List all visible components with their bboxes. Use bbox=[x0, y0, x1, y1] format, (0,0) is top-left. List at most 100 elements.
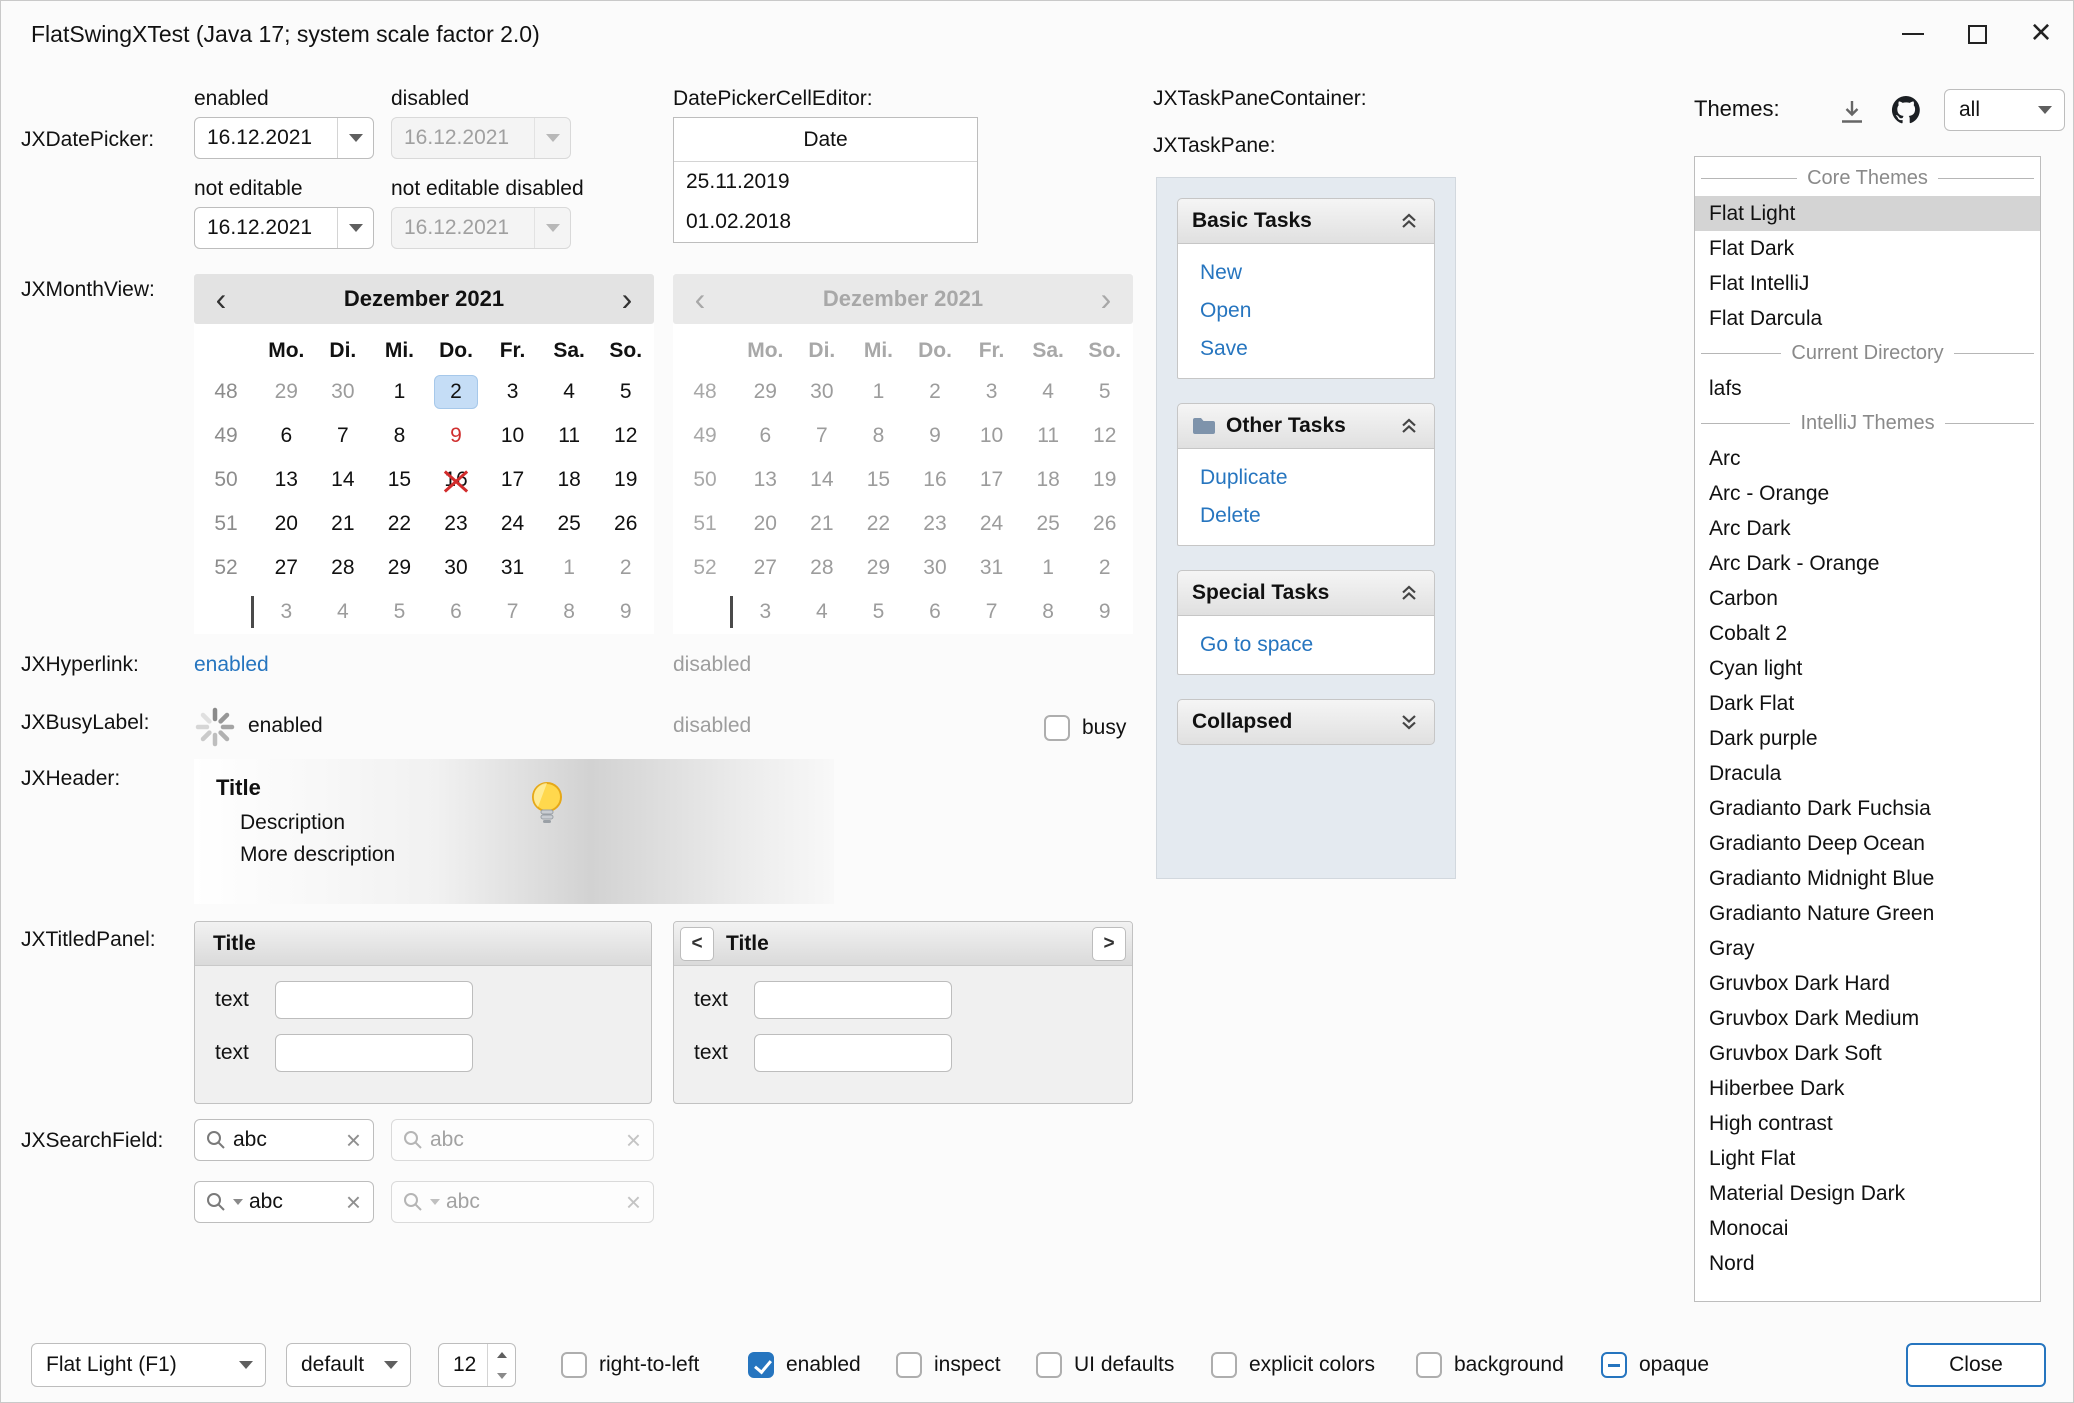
theme-item[interactable]: Monocai bbox=[1695, 1211, 2040, 1246]
search-input[interactable] bbox=[249, 1190, 338, 1214]
day-cell[interactable]: 22 bbox=[371, 502, 428, 546]
search-field-enabled[interactable]: × bbox=[194, 1119, 374, 1161]
day-cell[interactable]: 29 bbox=[258, 370, 315, 414]
font-combo[interactable]: default bbox=[286, 1343, 411, 1387]
day-cell[interactable]: 14 bbox=[315, 458, 372, 502]
taskpane-header[interactable]: Other Tasks bbox=[1177, 403, 1435, 449]
datepicker-enabled[interactable]: 16.12.2021 bbox=[194, 117, 374, 159]
checkbox-box[interactable] bbox=[1601, 1352, 1627, 1378]
day-cell[interactable]: 18 bbox=[541, 458, 598, 502]
theme-item[interactable]: Light Flat bbox=[1695, 1141, 2040, 1176]
checkbox-explicit-colors[interactable]: explicit colors bbox=[1211, 1343, 1375, 1387]
text-field[interactable] bbox=[754, 1034, 952, 1072]
taskpane-header[interactable]: Basic Tasks bbox=[1177, 198, 1435, 244]
theme-item[interactable]: Carbon bbox=[1695, 581, 2040, 616]
checkbox-ui-defaults[interactable]: UI defaults bbox=[1036, 1343, 1174, 1387]
checkbox-box[interactable] bbox=[1211, 1352, 1237, 1378]
day-cell[interactable]: 4 bbox=[315, 590, 372, 634]
day-cell[interactable]: 15 bbox=[371, 458, 428, 502]
day-cell[interactable]: 4 bbox=[541, 370, 598, 414]
theme-item[interactable]: Arc bbox=[1695, 441, 2040, 476]
theme-item[interactable]: Flat Darcula bbox=[1695, 301, 2040, 336]
theme-item[interactable]: Flat Dark bbox=[1695, 231, 2040, 266]
theme-item-selected[interactable]: Flat Light bbox=[1695, 196, 2040, 231]
day-cell[interactable]: 5 bbox=[371, 590, 428, 634]
day-cell[interactable]: 20 bbox=[258, 502, 315, 546]
day-cell[interactable]: 13 bbox=[258, 458, 315, 502]
checkbox-background[interactable]: background bbox=[1416, 1343, 1564, 1387]
maximize-button[interactable] bbox=[1945, 1, 2009, 67]
theme-item[interactable]: Cobalt 2 bbox=[1695, 616, 2040, 651]
search-field-with-menu[interactable]: × bbox=[194, 1181, 374, 1223]
theme-item[interactable]: Material Design Dark bbox=[1695, 1176, 2040, 1211]
theme-item[interactable]: Arc - Orange bbox=[1695, 476, 2040, 511]
day-cell[interactable]: 8 bbox=[371, 414, 428, 458]
checkbox-box[interactable] bbox=[896, 1352, 922, 1378]
checkbox-box[interactable] bbox=[1416, 1352, 1442, 1378]
next-button[interactable]: > bbox=[1092, 927, 1126, 961]
day-cell[interactable]: 28 bbox=[315, 546, 372, 590]
theme-item[interactable]: Cyan light bbox=[1695, 651, 2040, 686]
day-cell[interactable]: 25 bbox=[541, 502, 598, 546]
download-icon[interactable] bbox=[1837, 97, 1867, 127]
theme-item[interactable]: Gray bbox=[1695, 931, 2040, 966]
theme-item[interactable]: Arc Dark - Orange bbox=[1695, 546, 2040, 581]
theme-list[interactable]: Core ThemesFlat LightFlat DarkFlat Intel… bbox=[1694, 156, 2041, 1302]
chevron-down-icon[interactable] bbox=[233, 1199, 243, 1205]
task-link[interactable]: Duplicate bbox=[1178, 459, 1434, 497]
laf-combo[interactable]: Flat Light (F1) bbox=[31, 1343, 266, 1387]
theme-item[interactable]: Gruvbox Dark Medium bbox=[1695, 1001, 2040, 1036]
task-link[interactable]: Delete bbox=[1178, 497, 1434, 535]
taskpane-header[interactable]: Special Tasks bbox=[1177, 570, 1435, 616]
day-cell[interactable]: 2 bbox=[428, 370, 485, 414]
github-icon[interactable] bbox=[1889, 93, 1923, 127]
day-cell[interactable]: 1 bbox=[371, 370, 428, 414]
theme-item[interactable]: Dark purple bbox=[1695, 721, 2040, 756]
next-month-icon[interactable]: › bbox=[600, 274, 654, 324]
datepicker-dropdown-button[interactable] bbox=[337, 208, 373, 248]
day-cell[interactable]: 9 bbox=[428, 414, 485, 458]
task-link[interactable]: Save bbox=[1178, 330, 1434, 368]
theme-item[interactable]: Gradianto Deep Ocean bbox=[1695, 826, 2040, 861]
day-cell[interactable]: 27 bbox=[258, 546, 315, 590]
theme-item[interactable]: Nord bbox=[1695, 1246, 2040, 1281]
checkbox-box[interactable] bbox=[748, 1352, 774, 1378]
task-link[interactable]: Go to space bbox=[1178, 626, 1434, 664]
day-cell[interactable]: 26 bbox=[597, 502, 654, 546]
theme-item[interactable]: Gradianto Dark Fuchsia bbox=[1695, 791, 2040, 826]
theme-item[interactable]: Hiberbee Dark bbox=[1695, 1071, 2040, 1106]
day-cell[interactable]: 3 bbox=[484, 370, 541, 414]
text-field[interactable] bbox=[754, 981, 952, 1019]
theme-item[interactable]: Gruvbox Dark Hard bbox=[1695, 966, 2040, 1001]
task-link[interactable]: New bbox=[1178, 254, 1434, 292]
checkbox-enabled[interactable]: enabled bbox=[748, 1343, 861, 1387]
day-cell[interactable]: 29 bbox=[371, 546, 428, 590]
spinner-down-button[interactable] bbox=[488, 1365, 515, 1386]
theme-item[interactable]: High contrast bbox=[1695, 1106, 2040, 1141]
font-size-spinner[interactable]: 12 bbox=[438, 1343, 516, 1387]
theme-item[interactable]: Dark Flat bbox=[1695, 686, 2040, 721]
checkbox-box[interactable] bbox=[1044, 715, 1070, 741]
checkbox-inspect[interactable]: inspect bbox=[896, 1343, 1001, 1387]
search-input[interactable] bbox=[233, 1128, 338, 1152]
checkbox-right-to-left[interactable]: right-to-left bbox=[561, 1343, 699, 1387]
day-cell[interactable]: 1 bbox=[541, 546, 598, 590]
taskpane-header[interactable]: Collapsed bbox=[1177, 699, 1435, 745]
theme-item[interactable]: Gradianto Nature Green bbox=[1695, 896, 2040, 931]
checkbox-box[interactable] bbox=[1036, 1352, 1062, 1378]
spinner-up-button[interactable] bbox=[488, 1344, 515, 1365]
close-button[interactable]: Close bbox=[1906, 1343, 2046, 1387]
window-close-button[interactable]: × bbox=[2009, 1, 2073, 67]
theme-item[interactable]: Dracula bbox=[1695, 756, 2040, 791]
theme-item[interactable]: Gruvbox Dark Soft bbox=[1695, 1036, 2040, 1071]
day-cell[interactable]: 6 bbox=[258, 414, 315, 458]
day-cell[interactable]: 6 bbox=[428, 590, 485, 634]
day-cell[interactable]: 30 bbox=[315, 370, 372, 414]
task-link[interactable]: Open bbox=[1178, 292, 1434, 330]
day-cell[interactable]: 9 bbox=[597, 590, 654, 634]
theme-item[interactable]: Flat IntelliJ bbox=[1695, 266, 2040, 301]
minimize-button[interactable] bbox=[1881, 1, 1945, 67]
day-cell[interactable]: 8 bbox=[541, 590, 598, 634]
prev-button[interactable]: < bbox=[680, 927, 714, 961]
datepicker-dropdown-button[interactable] bbox=[337, 118, 373, 158]
